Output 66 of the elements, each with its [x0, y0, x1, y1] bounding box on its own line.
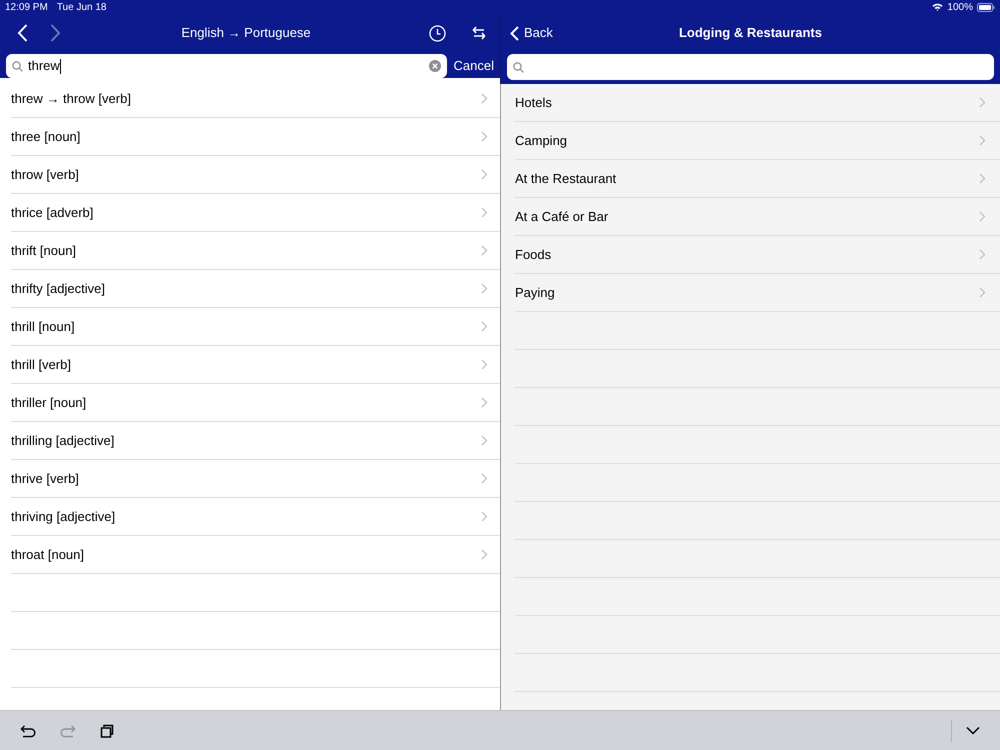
result-row[interactable]: thrice [adverb] [11, 194, 500, 232]
chevron-right-icon [481, 473, 488, 484]
result-row[interactable]: throw [verb] [11, 156, 500, 194]
cancel-button[interactable]: Cancel [454, 56, 494, 76]
result-row[interactable]: thrifty [adjective] [11, 270, 500, 308]
chevron-right-icon [979, 287, 986, 298]
search-icon [513, 62, 524, 72]
topic-row[interactable]: Foods [515, 236, 1000, 274]
status-date: Tue Jun 18 [56, 0, 106, 14]
redo-arrow-icon [60, 724, 76, 738]
swap-arrows-icon [472, 26, 486, 40]
chevron-right-icon [481, 511, 488, 522]
undo-arrow-icon [20, 724, 36, 738]
wifi-icon [932, 3, 944, 11]
topic-row[interactable]: Hotels [515, 84, 1000, 122]
chevron-right-icon [481, 359, 488, 370]
battery-percent: 100% [947, 0, 973, 14]
result-row[interactable]: thrill [noun] [11, 308, 500, 346]
result-row[interactable]: thrill [verb] [11, 346, 500, 384]
pane-title: English → Portuguese [181, 25, 311, 40]
chevron-right-icon [481, 245, 488, 256]
back-button[interactable]: Back [510, 23, 553, 43]
result-row[interactable]: thrive [verb] [11, 460, 500, 498]
chevron-right-icon [481, 207, 488, 218]
topic-row[interactable]: Camping [515, 122, 1000, 160]
search-field[interactable] [507, 54, 994, 80]
chevron-right-icon [979, 173, 986, 184]
result-row[interactable]: thrift [noun] [11, 232, 500, 270]
chevron-right-icon [481, 397, 488, 408]
topic-row[interactable]: Paying [515, 274, 1000, 312]
topic-row[interactable]: At a Café or Bar [515, 198, 1000, 236]
clock-icon [429, 24, 446, 42]
search-field[interactable]: threw [6, 54, 447, 78]
chevron-right-icon [481, 169, 488, 180]
battery-icon [977, 2, 995, 12]
clear-icon[interactable] [428, 60, 441, 72]
undo-button[interactable] [20, 724, 36, 738]
chevron-right-icon [979, 249, 986, 260]
chevron-left-icon [16, 24, 28, 42]
chevron-right-icon [979, 135, 986, 146]
chevron-right-icon [481, 435, 488, 446]
chevron-right-icon [481, 321, 488, 332]
result-row[interactable]: thriller [noun] [11, 384, 500, 422]
copy-icon [100, 724, 114, 738]
chevron-right-icon [481, 93, 488, 104]
chevron-right-icon [481, 549, 488, 560]
chevron-right-icon [481, 283, 488, 294]
chevron-right-icon [50, 24, 60, 42]
search-icon [12, 60, 23, 72]
chevron-right-icon [979, 211, 986, 222]
copy-button[interactable] [100, 724, 114, 738]
chevron-right-icon [481, 131, 488, 142]
status-time: 12:09 PM [5, 0, 48, 14]
result-row[interactable]: thriving [adjective] [11, 498, 500, 536]
chevron-left-icon [510, 26, 519, 40]
chevron-right-icon [979, 97, 986, 108]
result-row[interactable]: three [noun] [11, 118, 500, 156]
result-row[interactable]: thrilling [adjective] [11, 422, 500, 460]
chevron-down-icon [966, 726, 980, 735]
result-row[interactable]: throat [noun] [11, 536, 500, 574]
swap-button[interactable] [472, 26, 486, 40]
history-button[interactable] [429, 24, 446, 42]
pane-title: Lodging & Restaurants [678, 24, 822, 42]
result-row[interactable]: threw → throw [verb] [11, 80, 500, 118]
topic-row[interactable]: At the Restaurant [515, 160, 1000, 198]
collapse-button[interactable] [966, 726, 980, 735]
